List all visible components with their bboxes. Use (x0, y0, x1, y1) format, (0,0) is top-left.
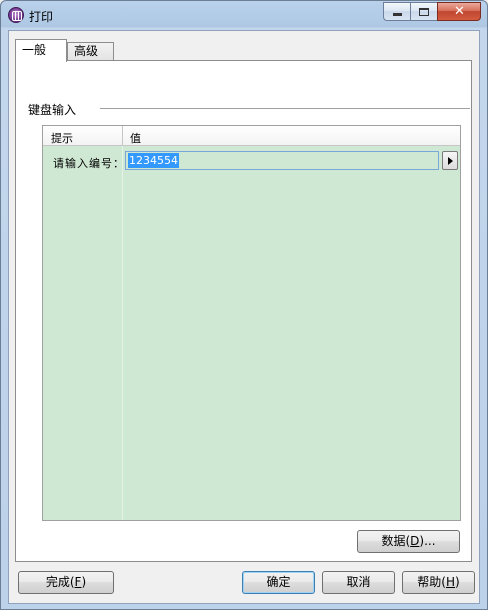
title-bar[interactable]: 打印 ✕ (1, 1, 487, 29)
caption-buttons: ✕ (383, 2, 481, 21)
finish-button-label: 完成( (45, 575, 75, 589)
help-button-tail: ) (455, 575, 460, 589)
data-button-tail: )... (419, 534, 436, 548)
selected-input-text: 1234554 (128, 153, 179, 168)
column-header-value[interactable]: 值 (130, 130, 141, 146)
maximize-button[interactable] (410, 2, 437, 21)
data-button-label: 数据( (381, 534, 411, 548)
tab-panel-general: 键盘输入 提示 值 请输入编号： 1234554 数据(D)... (15, 60, 472, 562)
print-app-icon[interactable] (8, 7, 24, 23)
minimize-icon (393, 13, 402, 16)
close-button[interactable]: ✕ (437, 2, 481, 21)
tab-advanced[interactable]: 高级 (67, 42, 114, 61)
column-header-hint[interactable]: 提示 (51, 130, 73, 146)
row-expand-button[interactable] (442, 151, 458, 170)
finish-button[interactable]: 完成(F) (18, 571, 114, 594)
help-button[interactable]: 帮助(H) (402, 571, 475, 594)
data-button[interactable]: 数据(D)... (357, 530, 460, 553)
group-divider (100, 108, 470, 109)
print-dialog-window: 打印 ✕ 一般 高级 键盘输入 提示 值 请输入编号： 1234554 数据(D… (0, 0, 488, 610)
window-title: 打印 (29, 10, 54, 24)
row-hint-label: 请输入编号： (53, 157, 125, 170)
help-button-label: 帮助( (417, 575, 446, 589)
dialog-client-area: 一般 高级 键盘输入 提示 值 请输入编号： 1234554 数据(D)... … (8, 30, 480, 604)
ok-button[interactable]: 确定 (242, 571, 315, 594)
grid-header: 提示 值 (43, 126, 460, 146)
number-input[interactable]: 1234554 (125, 151, 439, 170)
tab-general[interactable]: 一般 (15, 39, 67, 62)
minimize-button[interactable] (383, 2, 410, 21)
close-icon: ✕ (454, 4, 465, 19)
finish-button-tail: ) (81, 575, 87, 589)
cancel-button[interactable]: 取消 (322, 571, 395, 594)
input-grid: 提示 值 请输入编号： 1234554 (42, 125, 461, 521)
group-label-keyboard-input: 键盘输入 (28, 101, 83, 118)
grid-column-separator (122, 146, 123, 520)
maximize-icon (419, 8, 429, 16)
help-button-accelerator: H (445, 575, 456, 589)
column-divider[interactable] (122, 126, 123, 146)
